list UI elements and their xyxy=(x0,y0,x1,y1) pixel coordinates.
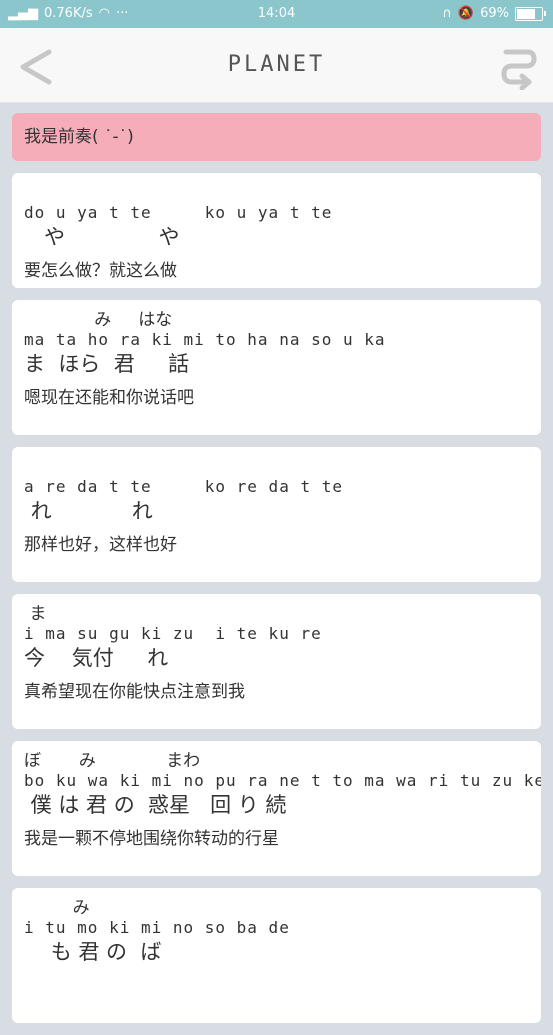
status-bar: ▂▄▆ 0.76K/s ◠ ··· 14:04 ∩ 🔕 69% xyxy=(0,0,553,28)
battery-percent: 69% xyxy=(480,6,509,21)
chinese-line: 真希望现在你能快点注意到我 xyxy=(24,682,245,702)
lyrics-list[interactable]: 我是前奏( ˙-˙) do u ya t te ko u ya t te や や… xyxy=(12,113,541,1035)
furigana-line xyxy=(24,183,529,203)
prelude-item[interactable]: 我是前奏( ˙-˙) xyxy=(12,113,541,161)
romaji-line: a re da t te ko re da t te xyxy=(24,477,343,496)
lyric-card[interactable]: み はな ma ta ho ra ki mi to ha na so u ka … xyxy=(12,300,541,435)
chinese-line: 嗯现在还能和你说话吧 xyxy=(24,388,194,408)
lyric-card[interactable]: ぼ み まわ bo ku wa ki mi no pu ra ne t to m… xyxy=(12,741,541,876)
headphone-icon: ∩ xyxy=(442,6,452,21)
japanese-line: や や xyxy=(24,225,180,249)
furigana-line: ま xyxy=(24,604,47,624)
chinese-line: 那样也好，这样也好 xyxy=(24,535,177,555)
furigana-line: ぼ み まわ xyxy=(24,751,201,771)
lyric-card[interactable]: み i tu mo ki mi no so ba de も 君 の ば xyxy=(12,888,541,1023)
share-icon[interactable] xyxy=(498,44,538,90)
battery-icon xyxy=(515,6,546,21)
lyric-card[interactable]: a re da t te ko re da t te れ れ 那样也好，这样也好 xyxy=(12,447,541,582)
romaji-line: do u ya t te ko u ya t te xyxy=(24,203,333,222)
romaji-line: ma ta ho ra ki mi to ha na so u ka xyxy=(24,330,386,349)
japanese-line: も 君 の ば xyxy=(24,940,162,964)
page-title: PLANET xyxy=(227,52,326,77)
chinese-line: 我是一颗不停地围绕你转动的行星 xyxy=(24,829,279,849)
japanese-line: 僕 は 君 の 惑星 回 り 続 xyxy=(24,793,287,817)
mute-bell-icon: 🔕 xyxy=(457,6,475,21)
japanese-line: 今 気付 れ xyxy=(24,646,169,670)
furigana-line: み はな xyxy=(24,310,173,330)
furigana-line: み xyxy=(24,898,90,918)
romaji-line: bo ku wa ki mi no pu ra ne t to ma wa ri… xyxy=(24,771,541,790)
japanese-line: れ れ xyxy=(24,499,153,523)
japanese-line: ま ほら 君 話 xyxy=(24,352,190,376)
top-bar: PLANET xyxy=(0,28,553,103)
chinese-line: 要怎么做？就这么做 xyxy=(24,261,177,281)
lyric-card[interactable]: ま i ma su gu ki zu i te ku re 今 気付 れ 真希望… xyxy=(12,594,541,729)
lyric-card[interactable]: do u ya t te ko u ya t te や や 要怎么做？就这么做 xyxy=(12,173,541,288)
romaji-line: i ma su gu ki zu i te ku re xyxy=(24,624,322,643)
furigana-line xyxy=(24,457,529,477)
romaji-line: i tu mo ki mi no so ba de xyxy=(24,918,290,937)
